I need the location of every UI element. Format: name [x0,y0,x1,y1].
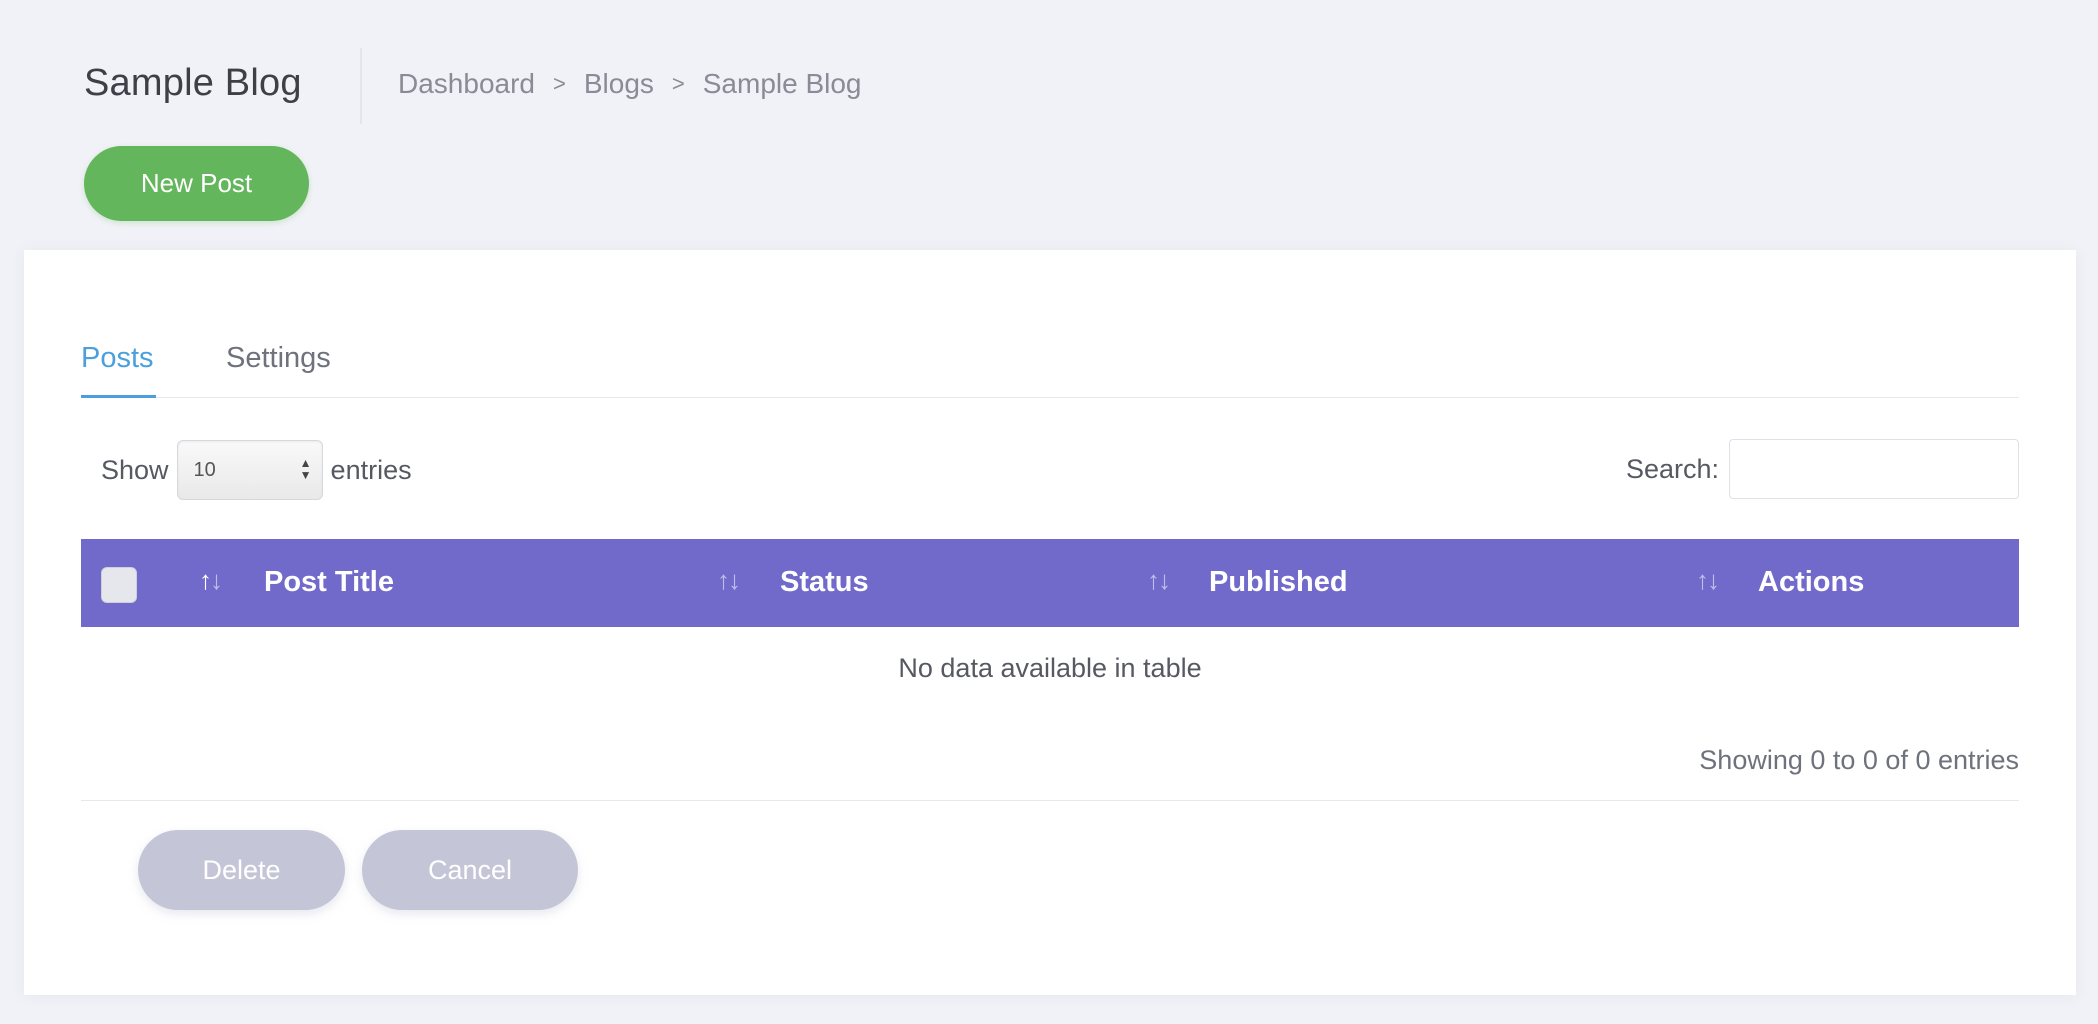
posts-portlet: Posts Settings Show 10 ▲ ▼ entries Search… [24,250,2076,995]
page-length-control: Show 10 ▲ ▼ entries [101,440,412,500]
page-length-value: 10 [193,458,216,481]
breadcrumb-sample-blog[interactable]: Sample Blog [703,68,862,100]
posts-table: ↑↓ Post Title ↑↓ Status ↑↓ Published ↑↓ … [81,539,2019,710]
tab-posts[interactable]: Posts [81,330,156,398]
breadcrumb-separator-icon: > [552,71,566,96]
table-header-row: ↑↓ Post Title ↑↓ Status ↑↓ Published ↑↓ … [81,539,2019,627]
column-header-post-title[interactable]: Post Title [264,566,394,599]
divider [81,800,2019,801]
sort-icon[interactable]: ↑↓ [1147,565,1171,596]
column-header-status[interactable]: Status [780,566,869,599]
entries-label: entries [330,454,412,485]
breadcrumb-dashboard[interactable]: Dashboard [398,68,535,100]
column-header-published[interactable]: Published [1209,566,1348,599]
subheader: Sample Blog Dashboard > Blogs > Sample B… [0,0,2098,250]
cancel-button[interactable]: Cancel [362,830,578,910]
breadcrumb: Dashboard > Blogs > Sample Blog [398,68,862,100]
table-info: Showing 0 to 0 of 0 entries [1699,745,2019,775]
search-input[interactable] [1729,439,2019,499]
tab-settings[interactable]: Settings [226,330,346,398]
show-label: Show [101,454,169,485]
column-header-actions[interactable]: Actions [1758,566,1864,599]
page-length-select[interactable]: 10 ▲ ▼ [176,440,323,500]
tab-bar: Posts Settings [81,330,2019,398]
empty-table-message: No data available in table [898,653,1202,683]
sort-icon[interactable]: ↑↓ [1696,565,1720,596]
select-arrows-icon: ▲ ▼ [299,456,312,482]
search-control: Search: [1626,439,2019,499]
delete-button[interactable]: Delete [138,830,345,910]
new-post-button[interactable]: New Post [84,146,309,221]
sort-icon[interactable]: ↑↓ [717,565,741,596]
breadcrumb-separator-icon: > [671,71,685,96]
title-divider [360,48,362,124]
select-all-checkbox[interactable] [101,567,137,603]
breadcrumb-blogs[interactable]: Blogs [584,68,654,100]
page-title: Sample Blog [84,62,302,104]
search-label: Search: [1625,453,1719,484]
sort-icon[interactable]: ↑↓ [199,565,223,596]
